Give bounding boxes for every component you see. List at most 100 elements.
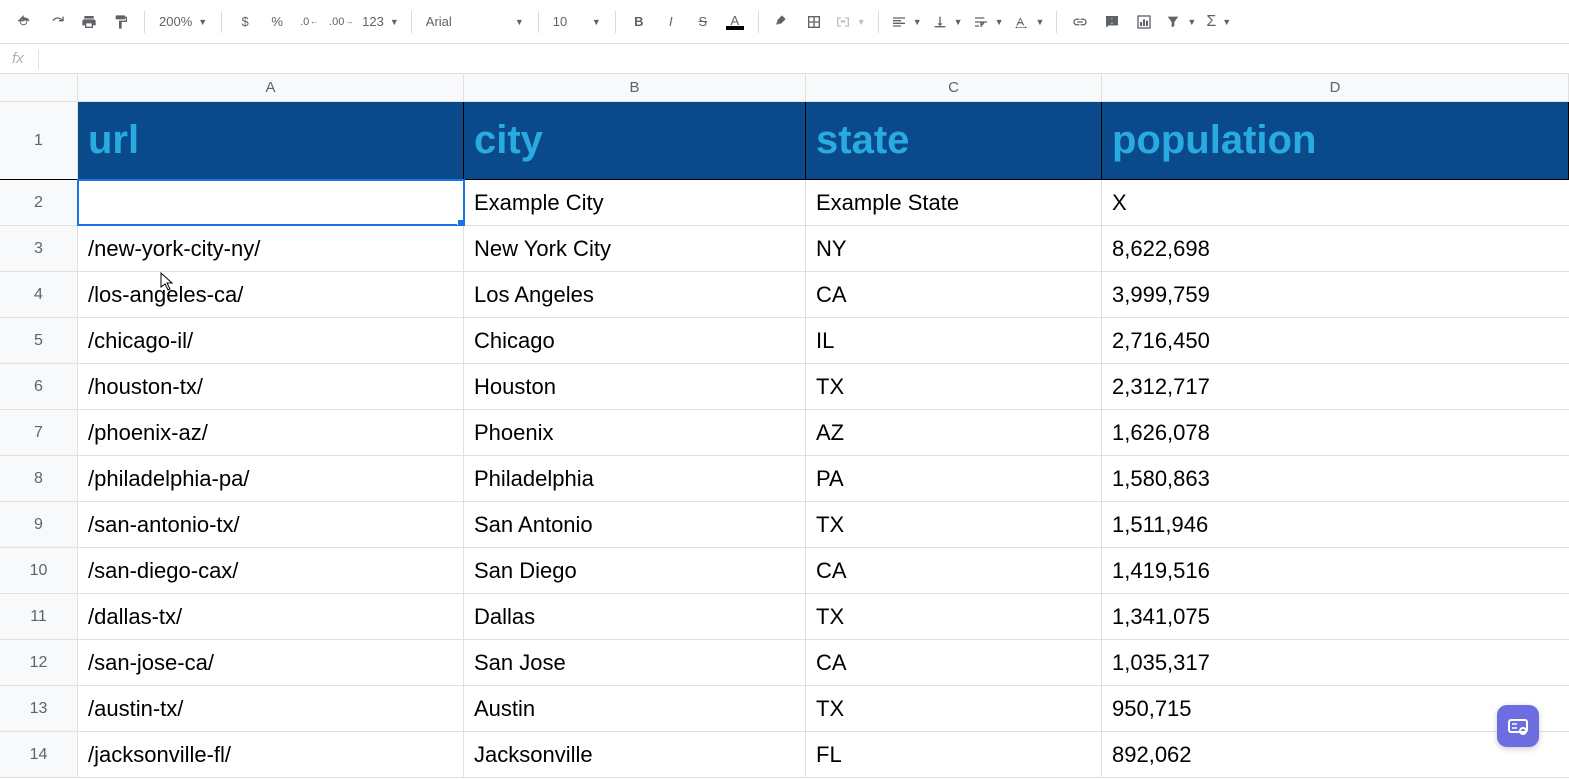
cell-c1[interactable]: state: [806, 102, 1102, 179]
cell[interactable]: /san-diego-cax/: [78, 548, 464, 593]
cell[interactable]: /new-york-city-ny/: [78, 226, 464, 271]
increase-decimal-button[interactable]: .00→: [326, 7, 356, 37]
redo-button[interactable]: [42, 7, 72, 37]
cell[interactable]: TX: [806, 364, 1102, 409]
cell[interactable]: 1,626,078: [1102, 410, 1569, 455]
cell[interactable]: 2,716,450: [1102, 318, 1569, 363]
cell[interactable]: Los Angeles: [464, 272, 806, 317]
cell-d1[interactable]: population: [1102, 102, 1569, 179]
cell-d2[interactable]: X: [1102, 180, 1569, 225]
cell[interactable]: Austin: [464, 686, 806, 731]
strike-button[interactable]: S: [688, 7, 718, 37]
functions-select[interactable]: Σ ▼: [1202, 7, 1235, 37]
cell[interactable]: San Diego: [464, 548, 806, 593]
cell[interactable]: /san-jose-ca/: [78, 640, 464, 685]
cell[interactable]: Phoenix: [464, 410, 806, 455]
print-button[interactable]: [74, 7, 104, 37]
cell-a1[interactable]: url: [78, 102, 464, 179]
cell[interactable]: 1,511,946: [1102, 502, 1569, 547]
cell[interactable]: /los-angeles-ca/: [78, 272, 464, 317]
cell-b2[interactable]: Example City: [464, 180, 806, 225]
decrease-decimal-button[interactable]: .0←: [294, 7, 324, 37]
cell[interactable]: FL: [806, 732, 1102, 777]
cell[interactable]: 1,580,863: [1102, 456, 1569, 501]
cell[interactable]: CA: [806, 640, 1102, 685]
zoom-select[interactable]: 200% ▼: [153, 7, 213, 37]
row-header[interactable]: 6: [0, 364, 78, 409]
cell-a2[interactable]: [78, 180, 464, 225]
font-select[interactable]: Arial ▼: [420, 7, 530, 37]
cell[interactable]: /san-antonio-tx/: [78, 502, 464, 547]
cell[interactable]: IL: [806, 318, 1102, 363]
row-header[interactable]: 10: [0, 548, 78, 593]
cell[interactable]: San Jose: [464, 640, 806, 685]
insert-link-button[interactable]: [1065, 7, 1095, 37]
row-header[interactable]: 7: [0, 410, 78, 455]
text-rotation-select[interactable]: ▼: [1009, 7, 1048, 37]
row-header[interactable]: 14: [0, 732, 78, 777]
fill-color-button[interactable]: [767, 7, 797, 37]
cell-b1[interactable]: city: [464, 102, 806, 179]
cell[interactable]: /austin-tx/: [78, 686, 464, 731]
cell[interactable]: /houston-tx/: [78, 364, 464, 409]
font-size-select[interactable]: 10 ▼: [547, 7, 607, 37]
row-header[interactable]: 2: [0, 180, 78, 225]
row-header[interactable]: 4: [0, 272, 78, 317]
row-header[interactable]: 8: [0, 456, 78, 501]
insert-comment-button[interactable]: [1097, 7, 1127, 37]
filter-select[interactable]: ▼: [1161, 7, 1200, 37]
cell[interactable]: /jacksonville-fl/: [78, 732, 464, 777]
cell-c2[interactable]: Example State: [806, 180, 1102, 225]
cell[interactable]: /chicago-il/: [78, 318, 464, 363]
cell[interactable]: 1,035,317: [1102, 640, 1569, 685]
cell[interactable]: /phoenix-az/: [78, 410, 464, 455]
row-header[interactable]: 12: [0, 640, 78, 685]
row-header[interactable]: 5: [0, 318, 78, 363]
column-header-b[interactable]: B: [464, 74, 806, 101]
column-header-c[interactable]: C: [806, 74, 1102, 101]
cell[interactable]: 2,312,717: [1102, 364, 1569, 409]
row-header[interactable]: 1: [0, 102, 78, 179]
cell[interactable]: 3,999,759: [1102, 272, 1569, 317]
cell[interactable]: 1,341,075: [1102, 594, 1569, 639]
row-header[interactable]: 3: [0, 226, 78, 271]
cell[interactable]: TX: [806, 502, 1102, 547]
italic-button[interactable]: I: [656, 7, 686, 37]
column-header-a[interactable]: A: [78, 74, 464, 101]
cell[interactable]: NY: [806, 226, 1102, 271]
row-header[interactable]: 13: [0, 686, 78, 731]
paint-format-button[interactable]: [106, 7, 136, 37]
explore-button[interactable]: [1497, 705, 1539, 747]
more-formats-select[interactable]: 123 ▼: [358, 7, 403, 37]
cell[interactable]: CA: [806, 272, 1102, 317]
cell[interactable]: New York City: [464, 226, 806, 271]
cell[interactable]: PA: [806, 456, 1102, 501]
column-header-d[interactable]: D: [1102, 74, 1569, 101]
text-color-button[interactable]: A: [720, 7, 750, 37]
cell[interactable]: Dallas: [464, 594, 806, 639]
bold-button[interactable]: B: [624, 7, 654, 37]
row-header[interactable]: 11: [0, 594, 78, 639]
borders-button[interactable]: [799, 7, 829, 37]
vertical-align-select[interactable]: ▼: [928, 7, 967, 37]
cell[interactable]: /philadelphia-pa/: [78, 456, 464, 501]
cell[interactable]: AZ: [806, 410, 1102, 455]
cell[interactable]: /dallas-tx/: [78, 594, 464, 639]
cell[interactable]: Houston: [464, 364, 806, 409]
horizontal-align-select[interactable]: ▼: [887, 7, 926, 37]
cell[interactable]: Jacksonville: [464, 732, 806, 777]
cell[interactable]: TX: [806, 594, 1102, 639]
text-wrap-select[interactable]: ▼: [969, 7, 1008, 37]
formula-input[interactable]: [49, 44, 1569, 73]
cell[interactable]: San Antonio: [464, 502, 806, 547]
cell[interactable]: Chicago: [464, 318, 806, 363]
cell[interactable]: CA: [806, 548, 1102, 593]
merge-cells-select[interactable]: ▼: [831, 7, 870, 37]
select-all-corner[interactable]: [0, 74, 78, 101]
cell[interactable]: 8,622,698: [1102, 226, 1569, 271]
cell[interactable]: TX: [806, 686, 1102, 731]
insert-chart-button[interactable]: [1129, 7, 1159, 37]
percent-button[interactable]: %: [262, 7, 292, 37]
currency-button[interactable]: $: [230, 7, 260, 37]
cell[interactable]: 1,419,516: [1102, 548, 1569, 593]
